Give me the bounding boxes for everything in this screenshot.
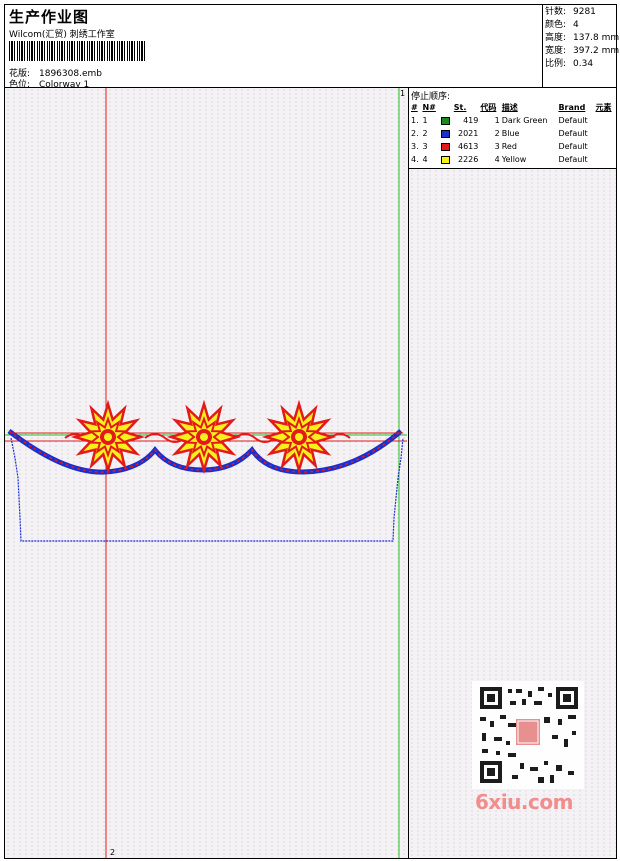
col-code: 代码	[480, 103, 497, 112]
row-number: 4	[422, 155, 428, 164]
design-canvas[interactable]: 1 2	[4, 87, 409, 859]
barcode	[9, 41, 145, 61]
row-element	[595, 153, 616, 166]
watermark-text: 6xiu.com	[475, 790, 573, 814]
col-element: 元素	[595, 103, 612, 112]
row-brand: Default	[558, 142, 588, 151]
flower-motif	[70, 399, 146, 475]
page-title: 生产作业图	[9, 8, 90, 26]
qr-code	[472, 681, 584, 789]
stat-label: 针数:	[545, 7, 567, 17]
col-description: 描述	[501, 103, 518, 112]
stat-value: 9281	[573, 7, 596, 17]
flower-center	[200, 433, 208, 441]
stat-colors: 颜色: 4	[543, 19, 616, 32]
stat-scale: 比例: 0.34	[543, 58, 616, 71]
row-code: 3	[494, 142, 500, 151]
stat-value: 137.8 mm	[573, 33, 620, 43]
embroidery-preview	[5, 88, 407, 858]
row-stitches: 2226	[457, 155, 479, 164]
stat-label: 颜色:	[545, 20, 567, 30]
stat-stitches: 针数: 9281	[543, 6, 616, 19]
stat-value: 4	[573, 20, 579, 30]
row-brand: Default	[558, 129, 588, 138]
stop-sequence-table: # N# St. 代码 描述 Brand 元素 1. 1 419 1 Dark …	[410, 101, 616, 166]
row-index: 4.	[411, 155, 419, 164]
stop-sequence-panel: 停止顺序: # N# St. 代码 描述 Brand 元素 1. 1 419 1…	[408, 87, 617, 169]
stat-label: 宽度:	[545, 46, 567, 56]
row-description: Blue	[501, 129, 520, 138]
row-color	[440, 140, 453, 153]
row-element	[595, 140, 616, 153]
row-stitches: 419	[463, 116, 479, 125]
row-description: Red	[501, 142, 517, 151]
row-code: 1	[494, 116, 500, 125]
flower-motif	[261, 399, 337, 475]
row-color	[440, 153, 453, 166]
row-description: Yellow	[501, 155, 527, 164]
row-code: 2	[494, 129, 500, 138]
col-number: N#	[422, 103, 436, 112]
row-description: Dark Green	[501, 116, 548, 125]
row-index: 3.	[411, 142, 419, 151]
col-stitches: St.	[453, 103, 467, 112]
marker-top: 1	[400, 89, 406, 98]
color-swatch	[440, 142, 450, 151]
table-row[interactable]: 1. 1 419 1 Dark Green Default	[410, 114, 616, 127]
stat-label: 比例:	[545, 59, 567, 69]
row-element	[595, 127, 616, 140]
col-index: #	[411, 103, 418, 112]
row-stitches: 2021	[457, 129, 479, 138]
header-panel: 生产作业图 Wilcom(汇贸) 刺绣工作室 花版: 1896308.emb 色位…	[4, 4, 543, 90]
color-swatch	[440, 129, 450, 138]
stat-value: 0.34	[573, 59, 594, 69]
table-row[interactable]: 3. 3 4613 3 Red Default	[410, 140, 616, 153]
row-element	[595, 114, 616, 127]
stat-height: 高度: 137.8 mm	[543, 32, 620, 45]
row-number: 2	[422, 129, 428, 138]
company-name: Wilcom(汇贸) 刺绣工作室	[9, 30, 115, 40]
stat-width: 宽度: 397.2 mm	[543, 45, 620, 58]
color-swatch	[440, 155, 450, 164]
color-swatch	[440, 116, 450, 125]
row-brand: Default	[558, 155, 588, 164]
row-color	[440, 127, 453, 140]
flower-center	[104, 433, 112, 441]
table-row[interactable]: 4. 4 2226 4 Yellow Default	[410, 153, 616, 166]
flower-center	[295, 433, 303, 441]
col-brand: Brand	[558, 103, 586, 112]
row-number: 1	[422, 116, 428, 125]
row-index: 2.	[411, 129, 419, 138]
row-index: 1.	[411, 116, 419, 125]
table-row[interactable]: 2. 2 2021 2 Blue Default	[410, 127, 616, 140]
col-color	[440, 101, 453, 114]
row-code: 4	[494, 155, 500, 164]
flowers-group	[70, 399, 337, 475]
row-brand: Default	[558, 116, 588, 125]
row-color	[440, 114, 453, 127]
qr-code-image	[480, 687, 578, 783]
flower-motif	[166, 399, 242, 475]
stat-label: 高度:	[545, 33, 567, 43]
row-stitches: 4613	[457, 142, 479, 151]
stats-panel: 针数: 9281 颜色: 4 高度: 137.8 mm 宽度: 397.2 mm 比例:…	[542, 4, 620, 88]
row-number: 3	[422, 142, 428, 151]
marker-bottom: 2	[110, 848, 116, 857]
stat-value: 397.2 mm	[573, 46, 620, 56]
